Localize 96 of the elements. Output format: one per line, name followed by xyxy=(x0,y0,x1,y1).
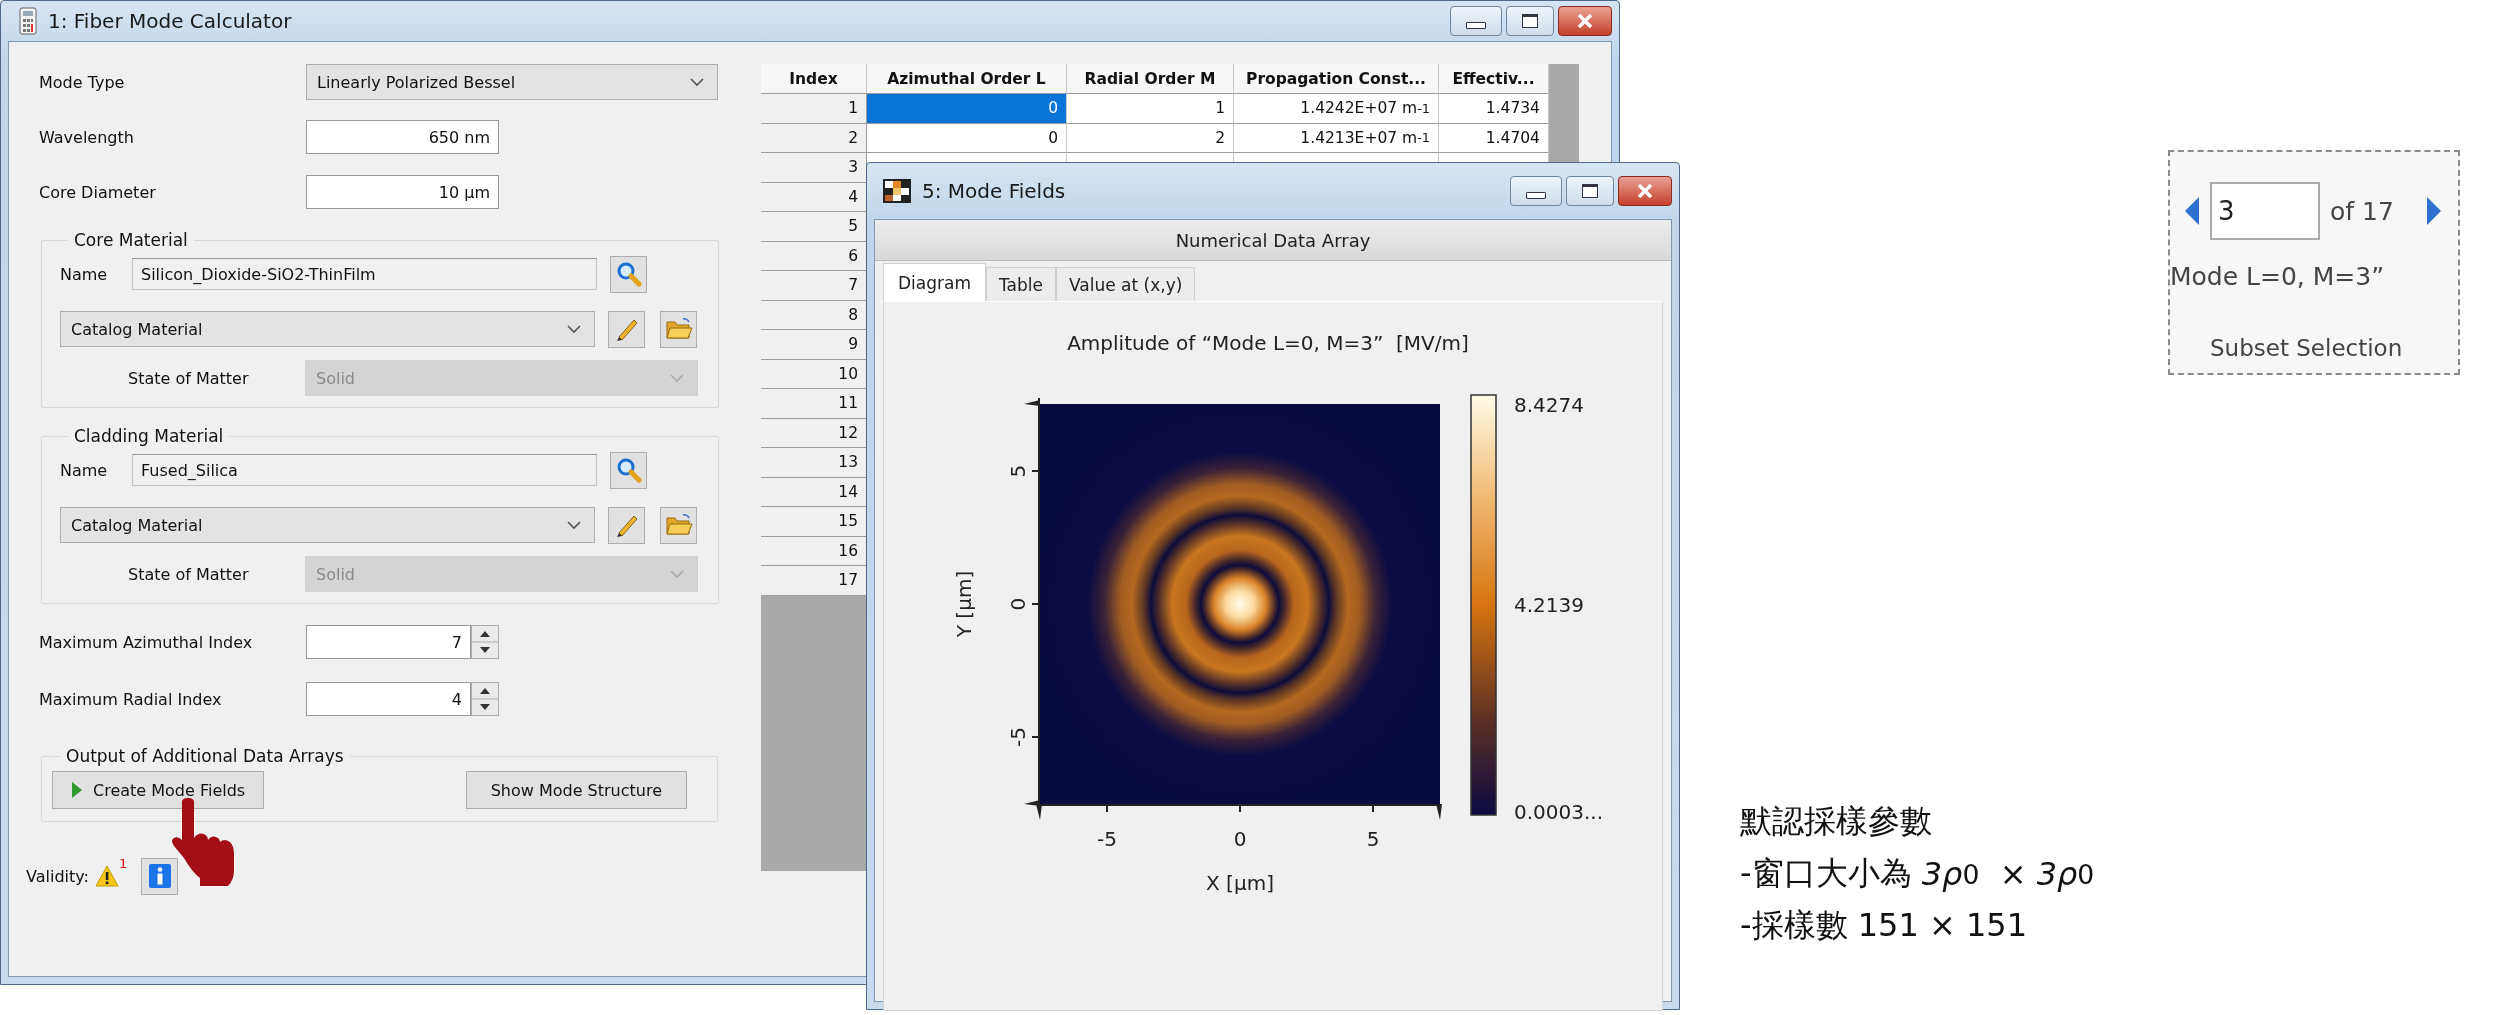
action-button[interactable]: Show Mode Structure xyxy=(465,771,687,809)
close-icon xyxy=(1636,183,1654,199)
column-header: Azimuthal Order L xyxy=(867,64,1067,94)
chevron-down-icon xyxy=(566,324,582,334)
tab[interactable]: Value at (x,y) xyxy=(1055,267,1196,301)
warning-icon xyxy=(94,865,119,887)
subset-index-field[interactable]: 3 xyxy=(2210,182,2320,240)
window-title: 5: Mode Fields xyxy=(922,179,1067,203)
tab[interactable]: Table xyxy=(986,267,1056,301)
x-tick-label: -5 xyxy=(1097,827,1117,851)
group-title: Output of Additional Data Arrays xyxy=(65,746,345,766)
column-header: Radial Order M xyxy=(1067,64,1234,94)
field-label: Name xyxy=(60,460,109,480)
edit-button[interactable] xyxy=(608,310,645,348)
subset-mode-label: Mode L=0, M=3” xyxy=(2170,262,2386,291)
column-header: Index xyxy=(761,64,867,94)
chart-title: Amplitude of “Mode L=0, M=3” [MV/m] xyxy=(1067,331,1469,355)
y-tick-label: 5 xyxy=(1006,464,1030,478)
colorbar-label: 4.2139 xyxy=(1514,593,1584,617)
subset-selection-title: Subset Selection xyxy=(2209,335,2404,361)
minimize-button[interactable] xyxy=(1450,6,1502,36)
field-label: Wavelength xyxy=(39,127,135,147)
field-label: Name xyxy=(60,264,109,284)
catalog-dropdown[interactable]: Catalog Material xyxy=(60,507,595,543)
azimuthal-index-field[interactable]: 7 xyxy=(306,625,471,659)
spinner-arrows[interactable] xyxy=(471,625,499,659)
field-label: Maximum Radial Index xyxy=(39,689,223,709)
column-header: Propagation Const... xyxy=(1234,64,1439,94)
subset-total: of 17 xyxy=(2330,196,2394,226)
y-tick-label: 0 xyxy=(1006,597,1030,611)
info-button[interactable] xyxy=(141,857,179,895)
folder-icon xyxy=(664,513,693,537)
radial-index-field[interactable]: 4 xyxy=(306,682,471,716)
checkerboard-icon xyxy=(882,178,912,204)
x-tick-label: 5 xyxy=(1366,827,1380,851)
table-cell[interactable]: 1.4704 xyxy=(1439,123,1549,153)
field-label: State of Matter xyxy=(128,564,250,584)
close-button[interactable] xyxy=(1558,6,1612,36)
calculator-icon xyxy=(18,7,38,35)
chevron-down-icon xyxy=(669,373,685,383)
table-cell[interactable]: 0 xyxy=(867,94,1067,124)
group-title: Core Material xyxy=(73,230,189,250)
magnifier-icon xyxy=(615,261,642,287)
column-header: Effectiv... xyxy=(1439,64,1549,94)
field-label: Core Diameter xyxy=(39,182,157,202)
catalog-dropdown[interactable]: Catalog Material xyxy=(60,311,595,347)
play-icon xyxy=(71,781,83,799)
y-axis-label: Y [µm] xyxy=(952,570,976,638)
field-label: Maximum Azimuthal Index xyxy=(39,632,254,652)
x-axis-label: X [µm] xyxy=(1206,871,1274,895)
y-tick-label: -5 xyxy=(1006,727,1030,747)
tab[interactable]: Diagram xyxy=(883,263,986,301)
window-title: 1: Fiber Mode Calculator xyxy=(48,9,293,33)
folder-icon xyxy=(664,317,693,341)
search-button[interactable] xyxy=(610,255,647,293)
material-name-field[interactable]: Fused_Silica xyxy=(132,454,597,486)
edit-button[interactable] xyxy=(608,506,645,544)
open-folder-button[interactable] xyxy=(660,310,697,348)
table-cell[interactable]: 2 xyxy=(1067,123,1234,153)
material-name-field[interactable]: Silicon_Dioxide-SiO2-ThinFilm xyxy=(132,258,597,290)
chevron-down-icon xyxy=(566,520,582,530)
warning-count: 1 xyxy=(118,856,128,871)
previous-arrow-icon[interactable] xyxy=(2184,196,2200,226)
wavelength-field[interactable]: 650 nm xyxy=(306,120,499,154)
chevron-down-icon xyxy=(689,77,705,87)
panel-header: Numerical Data Array xyxy=(875,220,1671,261)
search-button[interactable] xyxy=(610,451,647,489)
close-button[interactable] xyxy=(1618,176,1672,206)
field-label: State of Matter xyxy=(128,368,250,388)
x-tick-label: 0 xyxy=(1233,827,1247,851)
row-index: 1 xyxy=(761,94,867,124)
colorbar-label: 8.4274 xyxy=(1514,393,1584,417)
note-line: -採樣數 151 × 151 xyxy=(1740,905,2029,946)
colorbar-label: 0.0003... xyxy=(1514,800,1604,824)
field-label: Mode Type xyxy=(39,72,126,92)
validity-label: Validity: xyxy=(26,866,89,886)
next-arrow-icon[interactable] xyxy=(2425,196,2442,226)
note-heading: 默認採樣參數 xyxy=(1740,801,1933,842)
maximize-button[interactable] xyxy=(1506,6,1554,36)
open-folder-button[interactable] xyxy=(660,506,697,544)
create-button[interactable]: Create Mode Fields xyxy=(52,771,265,809)
minimize-button[interactable] xyxy=(1510,176,1562,206)
spinner-arrows[interactable] xyxy=(471,682,499,716)
table-cell[interactable]: 1 xyxy=(1067,94,1234,124)
row-index: 3 xyxy=(761,153,867,183)
table-cell[interactable]: 1.4734 xyxy=(1439,94,1549,124)
mode-type-dropdown[interactable]: Linearly Polarized Bessel xyxy=(306,64,718,100)
chevron-down-icon xyxy=(669,569,685,579)
magnifier-icon xyxy=(615,457,642,483)
table-cell[interactable]: 0 xyxy=(867,123,1067,153)
group-title: Cladding Material xyxy=(73,426,225,446)
core-diameter-field[interactable]: 10 µm xyxy=(306,175,499,209)
maximize-button[interactable] xyxy=(1566,176,1614,206)
close-icon xyxy=(1576,13,1594,29)
info-icon xyxy=(148,864,171,888)
row-index: 2 xyxy=(761,123,867,153)
